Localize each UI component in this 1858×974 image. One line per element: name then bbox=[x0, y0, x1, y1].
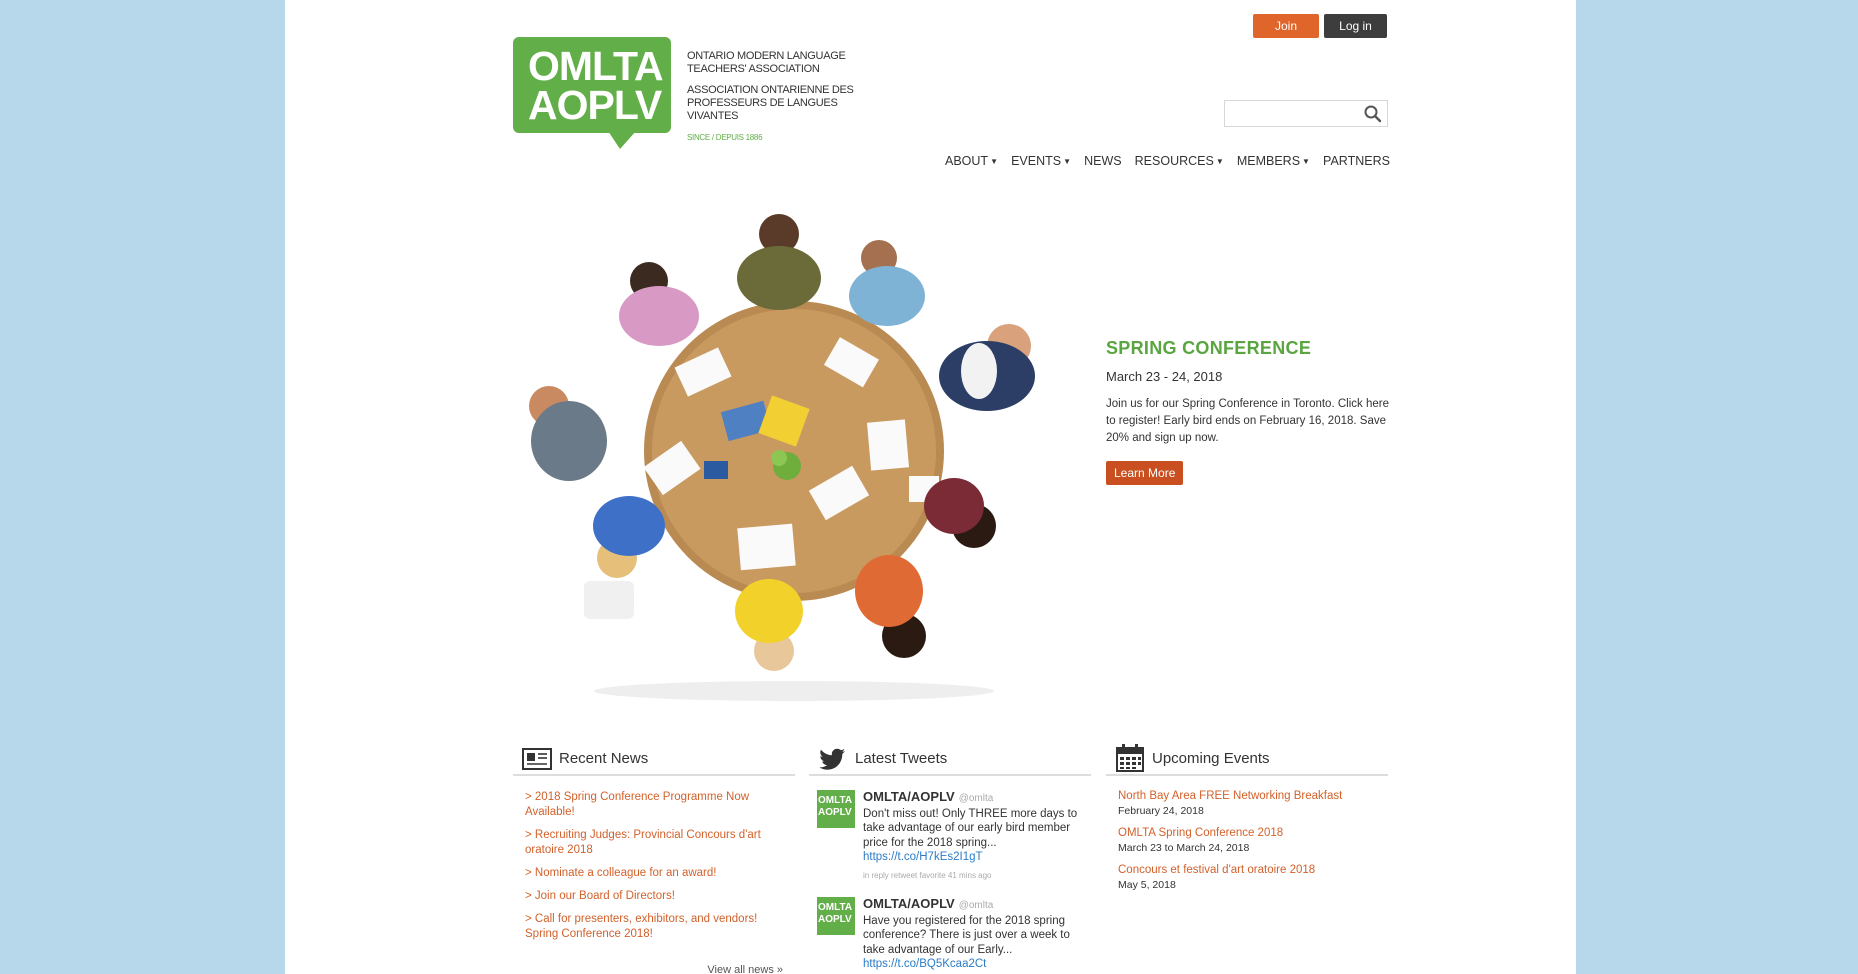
event-title[interactable]: North Bay Area FREE Networking Breakfast bbox=[1118, 790, 1388, 802]
tweet-actions[interactable]: in reply retweet favorite 41 mins ago bbox=[863, 869, 1091, 884]
hero-image bbox=[529, 214, 1035, 701]
event-item: North Bay Area FREE Networking Breakfast… bbox=[1106, 776, 1388, 817]
nav-members[interactable]: MEMBERS ▼ bbox=[1237, 154, 1310, 168]
logo-tagline: ONTARIO MODERN LANGUAGE TEACHERS' ASSOCI… bbox=[687, 50, 887, 144]
search-icon[interactable] bbox=[1363, 104, 1383, 124]
tweet-author[interactable]: OMLTA/AOPLV bbox=[863, 896, 955, 911]
tweet: OMLTA AOPLV OMLTA/AOPLV @omlta Don't miss… bbox=[809, 776, 1091, 883]
event-item: Concours et festival d'art oratoire 2018… bbox=[1106, 854, 1388, 891]
caret-down-icon: ▼ bbox=[990, 156, 998, 166]
promo-text: Join us for our Spring Conference in Tor… bbox=[1106, 398, 1389, 444]
tagline-since: SINCE / DEPUIS 1886 bbox=[687, 133, 763, 142]
section-title: Recent News bbox=[559, 749, 649, 767]
tweet-link[interactable]: https://t.co/H7kEs2I1gT bbox=[863, 850, 1091, 865]
nav-partners[interactable]: PARTNERS bbox=[1323, 154, 1390, 168]
learn-more-button[interactable]: Learn More bbox=[1106, 461, 1184, 485]
tweet-handle[interactable]: @omlta bbox=[959, 900, 994, 911]
nav-label: ABOUT bbox=[945, 154, 989, 168]
event-item: OMLTA Spring Conference 2018 March 23 to… bbox=[1106, 817, 1388, 854]
promo-date: March 23 - 24, 2018 bbox=[1106, 369, 1223, 384]
nav-label: PARTNERS bbox=[1323, 154, 1390, 168]
latest-tweets-section: Latest Tweets OMLTA AOPLV OMLTA/AOPLV @om… bbox=[809, 742, 1091, 972]
nav-events[interactable]: EVENTS ▼ bbox=[1011, 154, 1071, 168]
tweet-text: Don't miss out! Only THREE more days to … bbox=[863, 807, 1078, 849]
join-button[interactable]: Join bbox=[1253, 14, 1319, 38]
caret-down-icon: ▼ bbox=[1215, 156, 1224, 166]
logo-line-2: AOPLV bbox=[528, 82, 662, 128]
news-item[interactable]: > Join our Board of Directors! bbox=[525, 889, 795, 904]
newspaper-icon bbox=[522, 748, 552, 770]
search-box bbox=[1224, 100, 1388, 127]
upcoming-events-header: Upcoming Events bbox=[1106, 742, 1388, 776]
section-title: Upcoming Events bbox=[1152, 749, 1270, 767]
tweet-avatar[interactable]: OMLTA AOPLV bbox=[817, 790, 855, 828]
news-item[interactable]: > Nominate a colleague for an award! bbox=[525, 866, 795, 881]
logo-speech-tail bbox=[608, 131, 636, 149]
tweet-author[interactable]: OMLTA/AOPLV bbox=[863, 789, 955, 804]
promo-panel: SPRING CONFERENCE March 23 - 24, 2018 Jo… bbox=[1106, 338, 1396, 485]
nav-about[interactable]: ABOUT ▼ bbox=[945, 154, 998, 168]
logo-line-1: OMLTA bbox=[528, 43, 664, 89]
tweet-avatar[interactable]: OMLTA AOPLV bbox=[817, 897, 855, 935]
page: Join Log in OMLTA AOPLV ONTARIO MODERN L… bbox=[285, 0, 1576, 974]
event-date: February 24, 2018 bbox=[1118, 805, 1204, 817]
view-all-news-link[interactable]: View all news » bbox=[707, 964, 783, 974]
tweet-text: Have you registered for the 2018 spring … bbox=[863, 914, 1070, 956]
login-button[interactable]: Log in bbox=[1324, 14, 1387, 38]
tweet-link[interactable]: https://t.co/BQ5Kcaa2Ct bbox=[863, 957, 1091, 972]
nav-news[interactable]: NEWS bbox=[1084, 154, 1122, 168]
news-item[interactable]: > Recruiting Judges: Provincial Concours… bbox=[525, 828, 795, 858]
section-title: Latest Tweets bbox=[855, 749, 948, 767]
nav-label: MEMBERS bbox=[1236, 154, 1301, 168]
tweet: OMLTA AOPLV OMLTA/AOPLV @omlta Have you r… bbox=[809, 883, 1091, 972]
tagline-french: ASSOCIATION ONTARIENNE DES PROFESSEURS D… bbox=[687, 84, 854, 122]
tweet-body: OMLTA/AOPLV @omlta Have you registered fo… bbox=[863, 896, 1091, 972]
nav-label: RESOURCES bbox=[1134, 154, 1214, 168]
caret-down-icon: ▼ bbox=[1063, 156, 1071, 166]
upcoming-events-section: Upcoming Events North Bay Area FREE Netw… bbox=[1106, 742, 1388, 891]
logo-mark: OMLTA AOPLV bbox=[513, 37, 671, 133]
nav-label: EVENTS bbox=[1011, 154, 1062, 168]
calendar-icon bbox=[1116, 744, 1144, 772]
event-date: March 23 to March 24, 2018 bbox=[1118, 842, 1250, 854]
event-date: May 5, 2018 bbox=[1118, 879, 1176, 891]
latest-tweets-header: Latest Tweets bbox=[809, 742, 1091, 776]
nav-label: NEWS bbox=[1084, 154, 1122, 168]
news-list: > 2018 Spring Conference Programme Now A… bbox=[513, 776, 795, 942]
caret-down-icon: ▼ bbox=[1302, 156, 1310, 166]
recent-news-section: Recent News > 2018 Spring Conference Pro… bbox=[513, 742, 795, 974]
news-item[interactable]: > 2018 Spring Conference Programme Now A… bbox=[525, 790, 795, 820]
tagline-english: ONTARIO MODERN LANGUAGE TEACHERS' ASSOCI… bbox=[687, 50, 846, 75]
event-title[interactable]: Concours et festival d'art oratoire 2018 bbox=[1118, 864, 1388, 876]
promo-title: SPRING CONFERENCE bbox=[1106, 338, 1312, 358]
recent-news-header: Recent News bbox=[513, 742, 795, 776]
tweet-handle[interactable]: @omlta bbox=[959, 793, 994, 804]
search-input[interactable] bbox=[1225, 101, 1355, 126]
site-logo[interactable]: OMLTA AOPLV bbox=[513, 37, 671, 149]
news-item[interactable]: > Call for presenters, exhibitors, and v… bbox=[525, 912, 795, 942]
tweet-body: OMLTA/AOPLV @omlta Don't miss out! Only T… bbox=[863, 789, 1091, 884]
nav-resources[interactable]: RESOURCES ▼ bbox=[1135, 154, 1224, 168]
event-title[interactable]: OMLTA Spring Conference 2018 bbox=[1118, 827, 1388, 839]
main-nav: ABOUT ▼ EVENTS ▼ NEWS RESOURCES ▼ MEMBERS ▼ … bbox=[945, 154, 1390, 168]
twitter-bird-icon bbox=[819, 748, 845, 770]
